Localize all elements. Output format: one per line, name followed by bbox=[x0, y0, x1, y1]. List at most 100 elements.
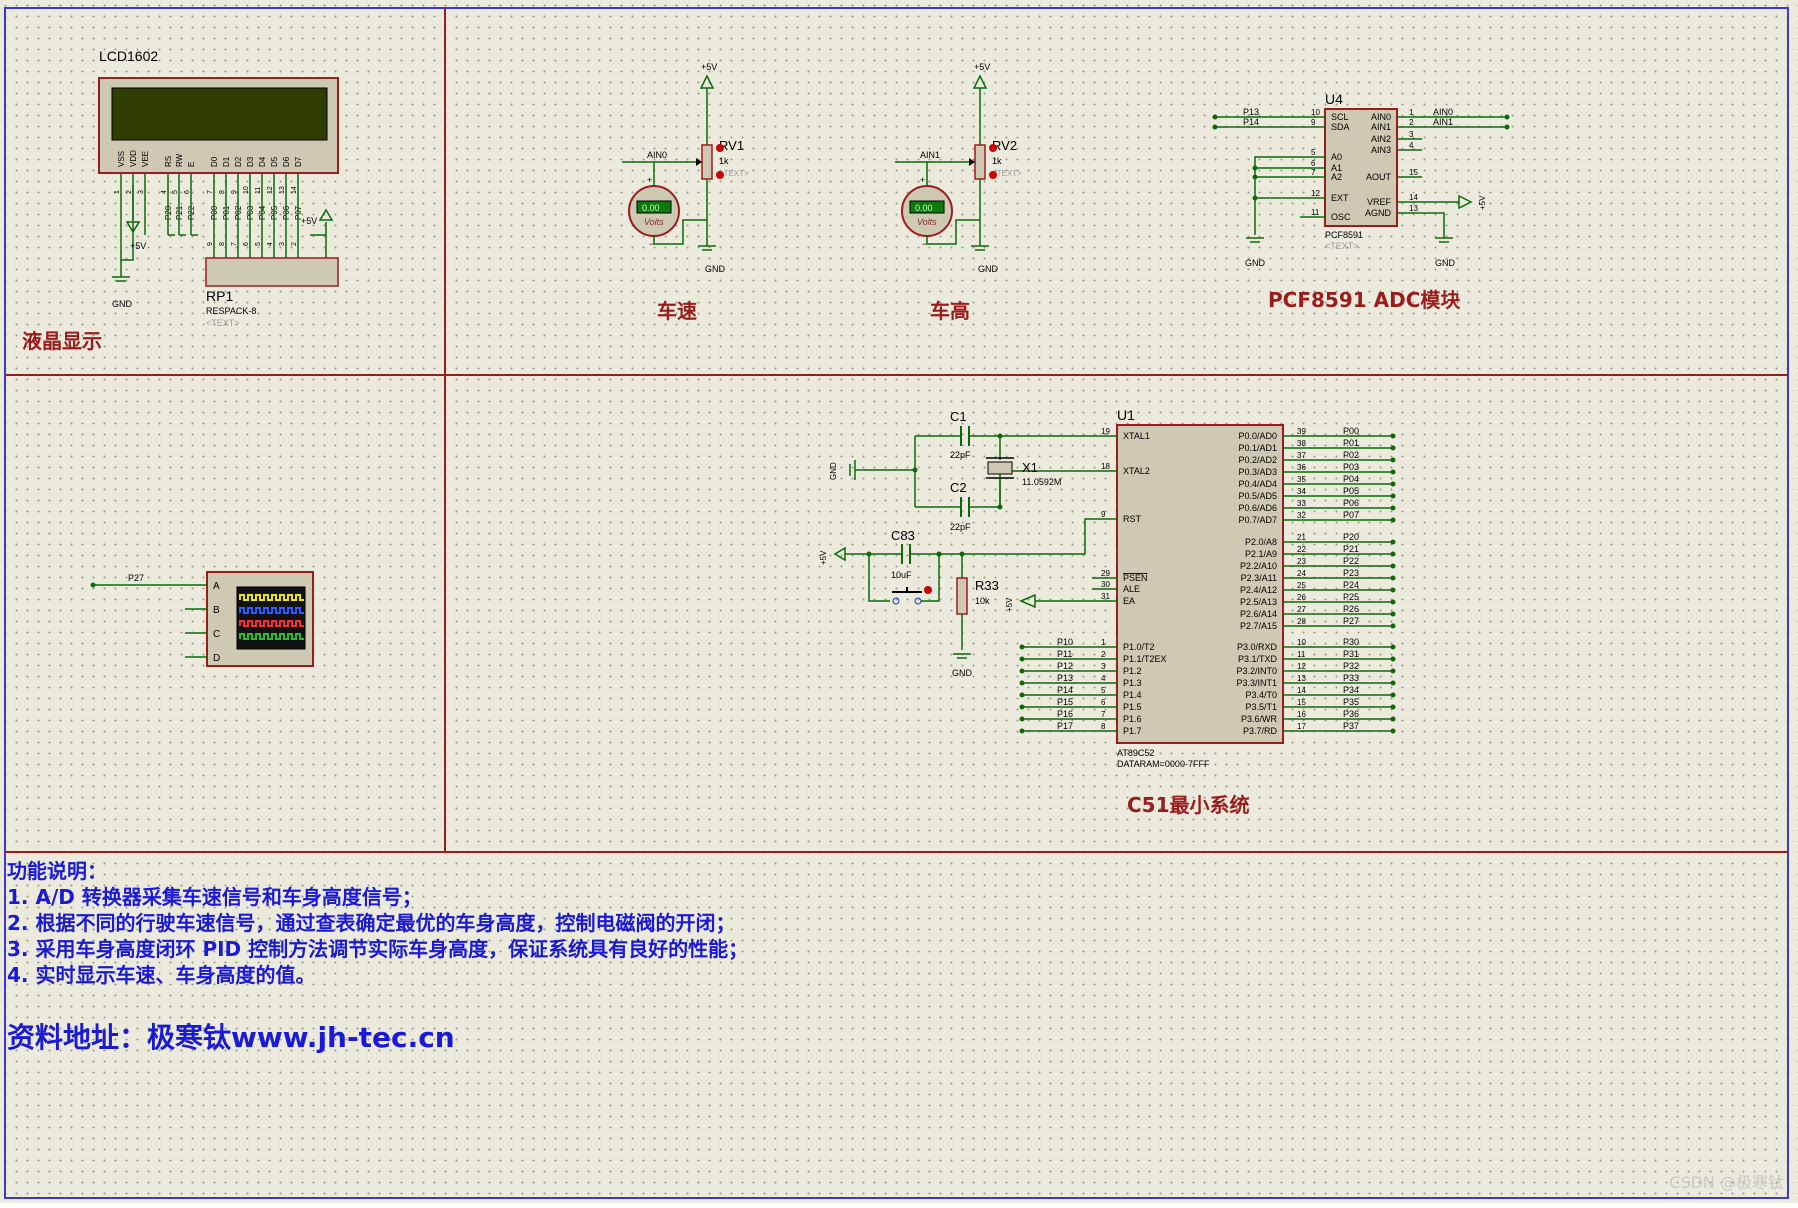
rv2-vcc-arrow bbox=[972, 74, 988, 89]
rv2-vcc-label: +5V bbox=[974, 62, 990, 72]
u1-net-junction bbox=[1390, 445, 1396, 451]
u1-net-junction bbox=[1390, 457, 1396, 463]
section-label-adc: PCF8591 ADC模块 bbox=[1268, 288, 1461, 312]
u1-pin-name: P3.1/TXD bbox=[1238, 654, 1278, 664]
u1-pin-number: 4 bbox=[1101, 674, 1106, 683]
u1-net-junction bbox=[1390, 575, 1396, 581]
u1-pin-number: 23 bbox=[1297, 557, 1306, 566]
u4-pin-name: AIN3 bbox=[1371, 145, 1391, 155]
u4-text: <TEXT> bbox=[1325, 241, 1359, 251]
rv1-potentiometer[interactable]: +5VGNDRV11k<TEXT>AIN00.00Volts+− bbox=[622, 62, 749, 274]
c83-value: 10uF bbox=[891, 570, 912, 580]
u1-pin-number: 26 bbox=[1297, 593, 1306, 602]
u4-pin-name: AOUT bbox=[1366, 172, 1392, 182]
rp1-vcc-label: +5V bbox=[301, 216, 317, 226]
u1-net-junction bbox=[1019, 728, 1025, 734]
u1-net-junction bbox=[1019, 704, 1025, 710]
u1-pin-name: P0.2/AD2 bbox=[1238, 455, 1277, 465]
rst-vcc-label: +5V bbox=[819, 550, 828, 565]
u1-net-label: P33 bbox=[1343, 673, 1359, 683]
u1-net-junction bbox=[1390, 623, 1396, 629]
u1-at89c52[interactable]: U1 AT89C52 DATARAM=0000-7FFF XTAL119XTAL… bbox=[1019, 407, 1396, 769]
lcd-pin-name: VEE bbox=[141, 151, 150, 167]
u4-agnd-label: GND bbox=[1435, 258, 1456, 268]
u1-net-label: P21 bbox=[1343, 544, 1359, 554]
lcd-pin-name: D2 bbox=[234, 156, 243, 167]
lcd-pin-name: D0 bbox=[210, 156, 219, 167]
u1-pin-number: 22 bbox=[1297, 545, 1306, 554]
u4-pin-name: OSC bbox=[1331, 212, 1351, 222]
u1-pin-name: P2.3/A11 bbox=[1241, 573, 1277, 583]
section-label-mcu: C51最小系统 bbox=[1127, 793, 1250, 817]
u1-net-label: P20 bbox=[1343, 532, 1359, 542]
u1-net-label: P34 bbox=[1343, 685, 1359, 695]
u1-pin-number: 3 bbox=[1101, 662, 1106, 671]
u1-pin-number: 11 bbox=[1297, 650, 1306, 659]
lcd-pin-number: 2 bbox=[126, 190, 133, 194]
source-address[interactable]: 资料地址：极寒钛www.jh-tec.cn bbox=[7, 1016, 455, 1056]
u4-pin-name: EXT bbox=[1331, 193, 1349, 203]
rp1-pin-number: 4 bbox=[267, 242, 274, 246]
rp1-pin-number: 3 bbox=[279, 242, 286, 246]
u1-net-junction bbox=[1390, 668, 1396, 674]
osc-c2-wire bbox=[970, 471, 1001, 508]
junction bbox=[1504, 114, 1510, 120]
schematic-canvas[interactable]: LCD1602 VSS 1 VDD 2 VEE 3 RS 4 RW 5 E 6 D0 7 D1 8 D2 9 D3 1… bbox=[0, 0, 1798, 1203]
c83-ref: C83 bbox=[891, 528, 915, 543]
lcd-gnd-label: GND bbox=[112, 299, 133, 309]
rp1-pin-number: 8 bbox=[219, 242, 226, 246]
u1-pin-name: P0.3/AD3 bbox=[1238, 467, 1277, 477]
u4-pcf8591[interactable]: U4 PCF8591 <TEXT> SCL10SDA9A05A16A27EXT1… bbox=[1212, 91, 1510, 268]
rv2-value: 1k bbox=[992, 156, 1002, 166]
u1-net-junction bbox=[1390, 692, 1396, 698]
reset-circuit[interactable]: +5V C83 10uF GND R33 10k +5V bbox=[819, 518, 1092, 678]
u1-pin-number: 17 bbox=[1297, 722, 1306, 731]
u4-ref: U4 bbox=[1325, 91, 1343, 107]
lcd-pin-number: 8 bbox=[219, 190, 226, 194]
rv1-meter-reading: 0.00 bbox=[642, 203, 660, 213]
u1-net-label: P13 bbox=[1057, 673, 1073, 683]
rv1-wiper-arrow bbox=[696, 158, 702, 166]
u4-pin-number: 10 bbox=[1311, 108, 1320, 117]
u1-pin-name: P3.4/T0 bbox=[1245, 690, 1277, 700]
lcd-pin-name: D5 bbox=[270, 156, 279, 167]
rp1-ref: RP1 bbox=[206, 288, 233, 304]
lcd-pin-number: 10 bbox=[243, 186, 250, 194]
rst-button-contact bbox=[914, 597, 922, 605]
u1-net-label: P32 bbox=[1343, 661, 1359, 671]
junction bbox=[1212, 124, 1218, 130]
u1-pin-name: PSEN bbox=[1123, 573, 1148, 583]
crystal-oscillator-circuit[interactable]: C1 22pF C2 22pF GND X1 11.0592M bbox=[829, 409, 1092, 532]
rst-button-probe bbox=[924, 586, 932, 594]
u1-pin-number: 38 bbox=[1297, 439, 1306, 448]
junction bbox=[1212, 114, 1218, 120]
lcd-pin-number: 12 bbox=[267, 186, 274, 194]
u1-pin-name: P3.5/T1 bbox=[1245, 702, 1277, 712]
u4-pin-name: SCL bbox=[1331, 112, 1349, 122]
r33-gnd-label: GND bbox=[952, 668, 973, 678]
u1-pin-number: 27 bbox=[1297, 605, 1306, 614]
u1-net-label: P26 bbox=[1343, 604, 1359, 614]
u4-vref-arrow bbox=[1458, 194, 1473, 210]
u1-pin-name: P1.0/T2 bbox=[1123, 642, 1155, 652]
u1-net-junction bbox=[1390, 433, 1396, 439]
rv2-net-label: AIN1 bbox=[920, 150, 940, 160]
rp1-pin-number: 2 bbox=[291, 242, 298, 246]
rst-button-wire bbox=[868, 554, 890, 602]
u1-net-label: P30 bbox=[1343, 637, 1359, 647]
oscilloscope[interactable]: A B C D P27 bbox=[90, 571, 314, 667]
description-line-4: 4. 实时显示车速、车身高度的值。 bbox=[7, 963, 316, 987]
u1-net-label: P07 bbox=[1343, 510, 1359, 520]
rst-button-contact bbox=[892, 597, 900, 605]
description-title: 功能说明： bbox=[7, 859, 107, 883]
section-label-height: 车高 bbox=[930, 299, 970, 323]
rv2-potentiometer[interactable]: +5VGNDRV21k<TEXT>AIN10.00Volts+− bbox=[895, 62, 1022, 274]
u1-pin-name: XTAL2 bbox=[1123, 466, 1150, 476]
u1-pin-name: P3.0/RXD bbox=[1237, 642, 1278, 652]
u4-agnd-wire bbox=[1422, 212, 1445, 238]
u1-net-label: P15 bbox=[1057, 697, 1073, 707]
u1-pin-name: P1.4 bbox=[1123, 690, 1142, 700]
u1-pin-number: 21 bbox=[1297, 533, 1306, 542]
u4-pin-name: AIN0 bbox=[1371, 112, 1391, 122]
u4-pin-number: 15 bbox=[1409, 168, 1418, 177]
